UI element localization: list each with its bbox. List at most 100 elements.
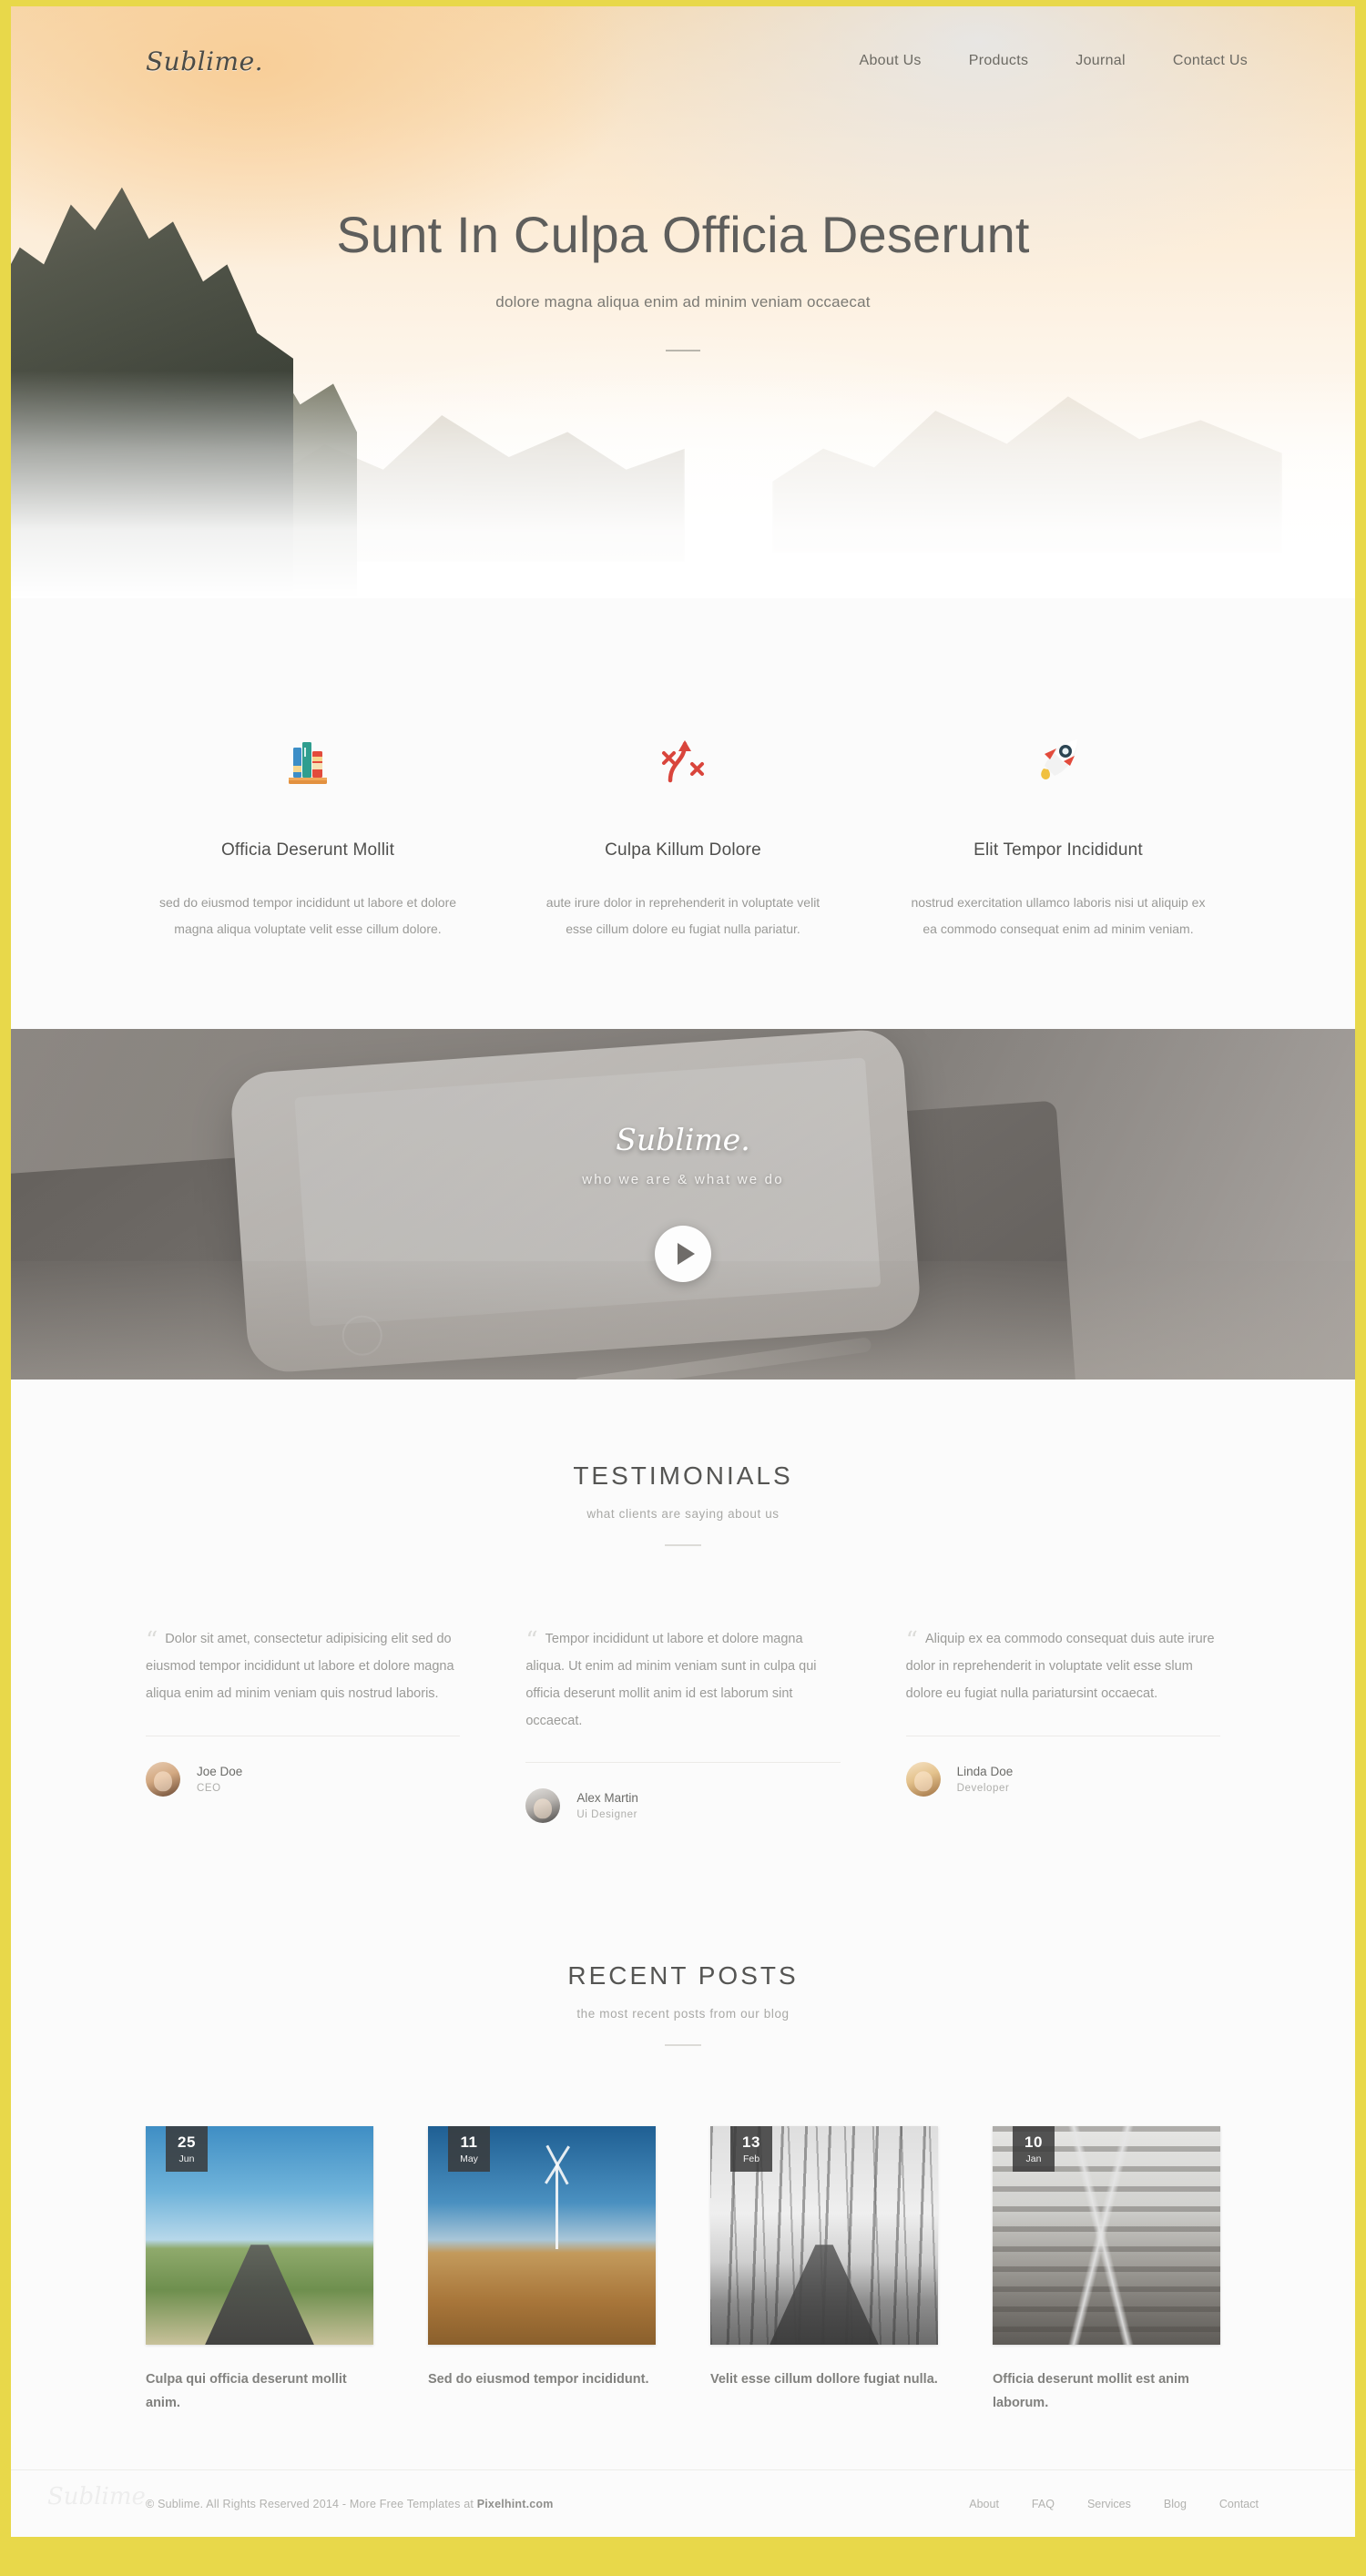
quote-mark-icon: “	[146, 1627, 158, 1655]
nav-item-journal[interactable]: Journal	[1075, 53, 1126, 69]
testimonial-quote-text-3: Aliquip ex ea commodo consequat duis aut…	[905, 1632, 1215, 1701]
testimonial-item-3: “Aliquip ex ea commodo consequat duis au…	[905, 1626, 1220, 1823]
testimonial-role-2: Ui Designer	[576, 1809, 638, 1821]
post-thumbnail-4[interactable]: 10 Jan	[993, 2126, 1220, 2346]
testimonial-author-1: Joe Doe CEO	[146, 1761, 460, 1797]
post-date-badge-2: 11 May	[448, 2126, 490, 2172]
hero-subtitle: dolore magna aliqua enim ad minim veniam…	[495, 292, 871, 311]
avatar	[525, 1788, 561, 1824]
hero-copy: Sunt In Culpa Officia Deserunt dolore ma…	[11, 116, 1355, 351]
post-grid: 25 Jun Culpa qui officia deserunt mollit…	[146, 2126, 1220, 2415]
hero-divider	[666, 349, 700, 351]
post-thumbnail-1[interactable]: 25 Jun	[146, 2126, 373, 2346]
testimonial-quote-text-2: Tempor incididunt ut labore et dolore ma…	[525, 1632, 817, 1728]
footer-copyright-text: © Sublime. All Rights Reserved 2014 - Mo…	[146, 2497, 477, 2510]
recent-posts-section: RECENT POSTS the most recent posts from …	[11, 1823, 1355, 2469]
rocket-icon	[909, 706, 1208, 789]
post-title-2[interactable]: Sed do eiusmod tempor incididunt.	[428, 2368, 656, 2391]
site-footer: Sublime. © Sublime. All Rights Reserved …	[11, 2469, 1355, 2537]
testimonials-section: TESTIMONIALS what clients are saying abo…	[11, 1380, 1355, 1824]
testimonial-item-1: “Dolor sit amet, consectetur adipisicing…	[146, 1626, 525, 1823]
post-date-badge-1: 25 Jun	[166, 2126, 208, 2172]
footer-links: About FAQ Services Blog Contact	[969, 2498, 1300, 2510]
footer-copyright: © Sublime. All Rights Reserved 2014 - Mo…	[146, 2498, 554, 2510]
site-logo[interactable]: Sublime.	[146, 46, 263, 76]
testimonial-role-1: CEO	[197, 1782, 221, 1794]
nav-item-products[interactable]: Products	[969, 53, 1029, 69]
post-card-1[interactable]: 25 Jun Culpa qui officia deserunt mollit…	[146, 2126, 373, 2415]
footer-link-about[interactable]: About	[969, 2498, 999, 2510]
post-date-badge-3: 13 Feb	[730, 2126, 772, 2172]
post-title-1[interactable]: Culpa qui officia deserunt mollit anim.	[146, 2368, 373, 2415]
footer-brand-link[interactable]: Pixelhint.com	[477, 2498, 554, 2510]
quote-mark-icon: “	[525, 1627, 538, 1655]
recent-posts-heading: RECENT POSTS the most recent posts from …	[146, 1961, 1220, 2047]
testimonial-author-2: Alex Martin Ui Designer	[525, 1788, 840, 1824]
recent-posts-divider	[665, 2044, 701, 2047]
hero-section: Sublime. About Us Products Journal Conta…	[11, 6, 1355, 598]
post-date-month-3: Feb	[742, 2153, 760, 2165]
testimonial-name-1: Joe Doe	[197, 1764, 243, 1778]
footer-ghost-logo: Sublime.	[47, 2483, 154, 2510]
video-tagline: who we are & what we do	[582, 1171, 784, 1187]
post-card-4[interactable]: 10 Jan Officia deserunt mollit est anim …	[993, 2126, 1220, 2415]
testimonial-divider-2	[525, 1762, 841, 1764]
testimonial-quote-text-1: Dolor sit amet, consectetur adipisicing …	[146, 1632, 454, 1701]
books-icon	[158, 706, 457, 789]
avatar	[146, 1761, 180, 1797]
testimonials-heading: TESTIMONIALS what clients are saying abo…	[146, 1461, 1220, 1547]
post-title-4[interactable]: Officia deserunt mollit est anim laborum…	[993, 2368, 1220, 2415]
testimonial-name-3: Linda Doe	[956, 1764, 1014, 1778]
testimonial-quote-1: “Dolor sit amet, consectetur adipisicing…	[146, 1626, 460, 1707]
testimonials-title: TESTIMONIALS	[573, 1461, 793, 1491]
footer-link-blog[interactable]: Blog	[1164, 2498, 1187, 2510]
video-logo: Sublime.	[616, 1121, 750, 1157]
post-date-day-3: 13	[742, 2133, 760, 2152]
post-title-3[interactable]: Velit esse cillum dollore fugiat nulla.	[710, 2368, 938, 2391]
post-card-2[interactable]: 11 May Sed do eiusmod tempor incididunt.	[428, 2126, 656, 2415]
post-date-day-1: 25	[178, 2133, 196, 2152]
testimonial-item-2: “Tempor incididunt ut labore et dolore m…	[525, 1626, 905, 1824]
recent-posts-subtitle: the most recent posts from our blog	[576, 2007, 790, 2021]
page-background: Sublime. About Us Products Journal Conta…	[0, 0, 1366, 2576]
testimonial-role-3: Developer	[956, 1782, 1010, 1794]
strategy-arrow-icon	[534, 706, 832, 789]
recent-posts-title: RECENT POSTS	[567, 1961, 799, 1991]
post-date-day-4: 10	[1024, 2133, 1043, 2152]
post-date-month-1: Jun	[178, 2153, 195, 2165]
post-thumbnail-3[interactable]: 13 Feb	[710, 2126, 938, 2346]
testimonials-divider	[665, 1544, 701, 1547]
feature-text-3: nostrud exercitation ullamco laboris nis…	[911, 895, 1206, 936]
post-date-month-2: May	[460, 2153, 478, 2165]
site-frame: Sublime. About Us Products Journal Conta…	[11, 6, 1355, 2537]
testimonials-columns: “Dolor sit amet, consectetur adipisicing…	[146, 1626, 1220, 1824]
footer-link-faq[interactable]: FAQ	[1032, 2498, 1055, 2510]
video-section[interactable]: Sublime. who we are & what we do	[11, 1029, 1355, 1380]
testimonials-subtitle: what clients are saying about us	[586, 1507, 780, 1522]
feature-card-2: Culpa Killum Dolore aute irure dolor in …	[495, 706, 871, 942]
feature-title-2: Culpa Killum Dolore	[605, 840, 761, 860]
post-card-3[interactable]: 13 Feb Velit esse cillum dollore fugiat …	[710, 2126, 938, 2415]
top-navigation-bar: Sublime. About Us Products Journal Conta…	[11, 6, 1355, 116]
post-date-badge-4: 10 Jan	[1013, 2126, 1055, 2172]
road-graphic	[205, 2245, 314, 2346]
feature-title-1: Officia Deserunt Mollit	[220, 840, 395, 860]
feature-card-1: Officia Deserunt Mollit sed do eiusmod t…	[120, 706, 495, 942]
feature-text-1: sed do eiusmod tempor incididunt ut labo…	[158, 895, 457, 936]
feature-card-3: Elit Tempor Incididunt nostrud exercitat…	[871, 706, 1246, 942]
nav-item-about-us[interactable]: About Us	[860, 53, 922, 69]
footer-link-services[interactable]: Services	[1087, 2498, 1131, 2510]
footer-link-contact[interactable]: Contact	[1219, 2498, 1259, 2510]
play-triangle	[677, 1242, 695, 1265]
windmill-graphic	[556, 2165, 558, 2250]
testimonial-quote-2: “Tempor incididunt ut labore et dolore m…	[525, 1626, 840, 1735]
post-date-day-2: 11	[460, 2133, 478, 2152]
features-section: Officia Deserunt Mollit sed do eiusmod t…	[11, 598, 1355, 1030]
play-icon[interactable]	[655, 1225, 711, 1282]
main-nav: About Us Products Journal Contact Us	[860, 53, 1300, 69]
nav-item-contact-us[interactable]: Contact Us	[1173, 53, 1248, 69]
testimonial-author-3: Linda Doe Developer	[905, 1761, 1220, 1797]
post-thumbnail-2[interactable]: 11 May	[428, 2126, 656, 2346]
post-date-month-4: Jan	[1025, 2153, 1042, 2165]
feature-text-2: aute irure dolor in reprehenderit in vol…	[545, 895, 821, 936]
